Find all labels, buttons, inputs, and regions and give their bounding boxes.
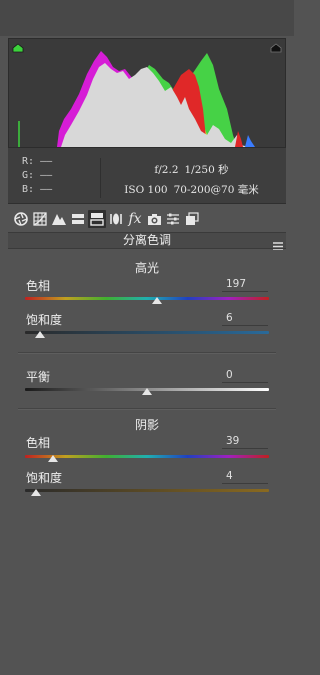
basic-aperture-icon[interactable] bbox=[12, 210, 30, 228]
highlights-title: 高光 bbox=[134, 261, 159, 275]
rgb-readout: R: —— G: —— B: —— bbox=[22, 155, 52, 197]
split-toning-panel: 高光 色相 197 饱和度 6 平衡 0 阴影 色相 39 饱和度 4 bbox=[8, 250, 286, 675]
effects-fx-icon[interactable]: fx bbox=[126, 210, 144, 228]
highlights-hue-track[interactable] bbox=[25, 297, 269, 300]
balance-value[interactable]: 0 bbox=[222, 368, 268, 383]
hsl-icon[interactable] bbox=[69, 210, 87, 228]
shadows-hue-thumb[interactable] bbox=[48, 455, 58, 462]
highlights-saturation-track[interactable] bbox=[25, 331, 269, 334]
panel-title: 分离色调 bbox=[122, 233, 171, 247]
shutter-text: 1/250 秒 bbox=[184, 164, 229, 176]
tone-curve-grid-icon[interactable] bbox=[31, 210, 49, 228]
snapshots-icon[interactable] bbox=[183, 210, 201, 228]
panel-top-bar bbox=[0, 0, 294, 36]
shadows-saturation-thumb[interactable] bbox=[31, 489, 41, 496]
aperture-text: f/2.2 bbox=[154, 164, 179, 176]
panel-tabs-toolbar: fx bbox=[8, 207, 286, 231]
camera-calibration-icon[interactable] bbox=[145, 210, 163, 228]
shadows-hue-track[interactable] bbox=[25, 455, 269, 458]
shadows-title: 阴影 bbox=[134, 418, 159, 432]
detail-mountain-icon[interactable] bbox=[50, 210, 68, 228]
r-value: —— bbox=[40, 156, 53, 167]
r-label: R: bbox=[22, 156, 35, 167]
shadows-saturation-value[interactable]: 4 bbox=[222, 469, 268, 484]
shadows-saturation-track[interactable] bbox=[25, 489, 269, 492]
shadows-saturation-label: 饱和度 bbox=[26, 471, 63, 485]
highlights-hue-thumb[interactable] bbox=[152, 297, 162, 304]
highlights-hue-label: 色相 bbox=[26, 279, 51, 293]
split-toning-icon[interactable] bbox=[88, 210, 106, 228]
info-divider bbox=[100, 158, 101, 198]
g-label: G: bbox=[22, 170, 35, 181]
panel-menu-icon[interactable] bbox=[273, 236, 283, 251]
highlights-saturation-thumb[interactable] bbox=[35, 331, 45, 338]
balance-label: 平衡 bbox=[26, 370, 51, 384]
divider-2 bbox=[18, 408, 276, 409]
lens-text: 70-200@70 毫米 bbox=[173, 184, 259, 196]
presets-sliders-icon[interactable] bbox=[164, 210, 182, 228]
split-toning-header: 分离色调 bbox=[8, 232, 286, 251]
shadows-hue-value[interactable]: 39 bbox=[222, 434, 268, 449]
highlights-hue-value[interactable]: 197 bbox=[222, 277, 268, 292]
iso-text: ISO 100 bbox=[124, 184, 168, 196]
b-label: B: bbox=[22, 184, 35, 195]
lens-corrections-icon[interactable] bbox=[107, 210, 125, 228]
shadows-hue-label: 色相 bbox=[26, 436, 51, 450]
image-info-panel: R: —— G: —— B: —— f/2.2 1/250 秒 ISO 100 70… bbox=[8, 148, 286, 204]
b-value: —— bbox=[40, 184, 53, 195]
exif-info: f/2.2 1/250 秒 ISO 100 70-200@70 毫米 bbox=[104, 160, 279, 200]
highlights-saturation-label: 饱和度 bbox=[26, 313, 63, 327]
divider-1 bbox=[18, 352, 276, 353]
highlights-saturation-value[interactable]: 6 bbox=[222, 311, 268, 326]
g-value: —— bbox=[40, 170, 53, 181]
histogram-graph bbox=[18, 51, 255, 147]
balance-thumb[interactable] bbox=[142, 388, 152, 395]
histogram bbox=[8, 38, 286, 148]
